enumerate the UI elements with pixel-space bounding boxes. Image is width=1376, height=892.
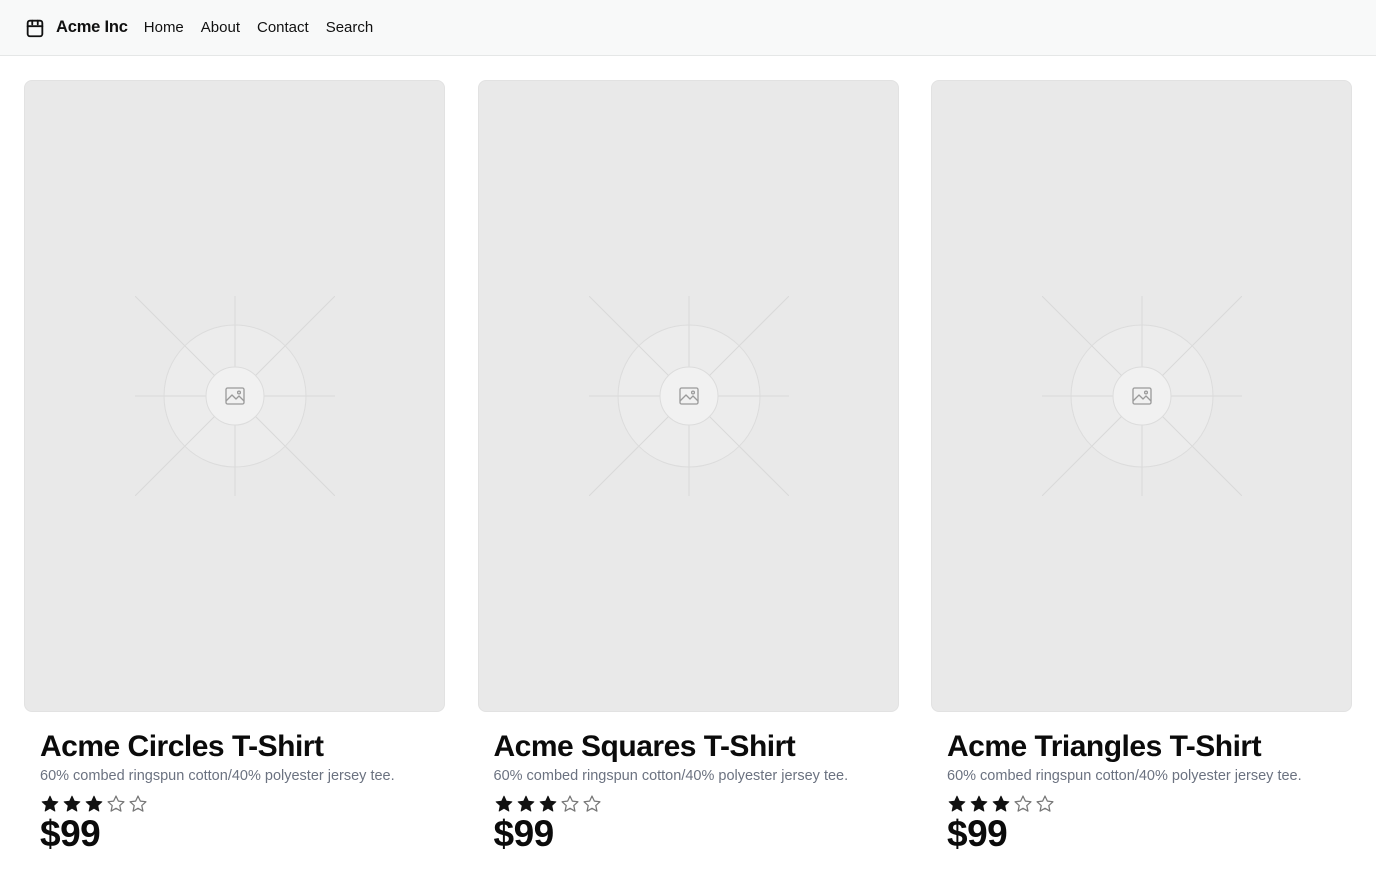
product-card[interactable]: Acme Circles T-Shirt 60% combed ringspun… [24,80,445,854]
star-outline-icon [129,795,147,812]
nav-link-search[interactable]: Search [326,19,374,36]
nav-link-about[interactable]: About [201,19,240,36]
star-filled-icon [63,795,81,812]
product-rating [494,794,899,814]
star-outline-icon [1036,795,1054,812]
nav-link-contact[interactable]: Contact [257,19,309,36]
shopping-bag-icon [26,19,44,37]
product-title[interactable]: Acme Squares T-Shirt [494,730,899,764]
top-navigation-bar: Acme Inc Home About Contact Search [0,0,1376,56]
main-nav: Home About Contact Search [144,19,373,36]
brand-link[interactable]: Acme Inc [24,17,128,39]
product-image[interactable] [477,80,899,712]
product-info: Acme Circles T-Shirt 60% combed ringspun… [24,712,445,854]
product-info: Acme Squares T-Shirt 60% combed ringspun… [478,712,899,854]
image-placeholder-icon [588,296,789,496]
product-description: 60% combed ringspun cotton/40% polyester… [947,768,1302,784]
image-placeholder-icon [1042,296,1242,496]
product-title[interactable]: Acme Triangles T-Shirt [947,730,1352,764]
product-price: $99 [40,813,101,854]
star-filled-icon [495,795,512,812]
star-filled-icon [517,795,534,812]
brand-name: Acme Inc [56,18,128,36]
product-card[interactable]: Acme Triangles T-Shirt 60% combed ringsp… [931,80,1352,854]
image-placeholder-icon [135,296,335,496]
product-description: 60% combed ringspun cotton/40% polyester… [493,768,849,784]
product-title[interactable]: Acme Circles T-Shirt [40,730,445,764]
star-outline-icon [107,795,125,812]
product-description: 60% combed ringspun cotton/40% polyester… [40,768,395,784]
product-grid: Acme Circles T-Shirt 60% combed ringspun… [24,80,1352,854]
star-filled-icon [970,795,988,812]
star-filled-icon [539,795,556,812]
product-image[interactable] [931,80,1352,712]
star-outline-icon [582,795,601,812]
star-filled-icon [85,795,103,812]
product-info: Acme Triangles T-Shirt 60% combed ringsp… [931,712,1352,854]
nav-link-home[interactable]: Home [144,19,184,36]
product-image[interactable] [24,80,445,712]
star-outline-icon [560,795,579,812]
product-price: $99 [493,813,555,854]
star-outline-icon [1014,795,1032,812]
star-filled-icon [992,795,1010,812]
product-card[interactable]: Acme Squares T-Shirt 60% combed ringspun… [477,80,899,854]
star-filled-icon [948,795,966,812]
product-rating [947,794,1352,814]
product-price: $99 [947,813,1008,854]
star-filled-icon [41,795,59,812]
product-rating [40,794,445,814]
